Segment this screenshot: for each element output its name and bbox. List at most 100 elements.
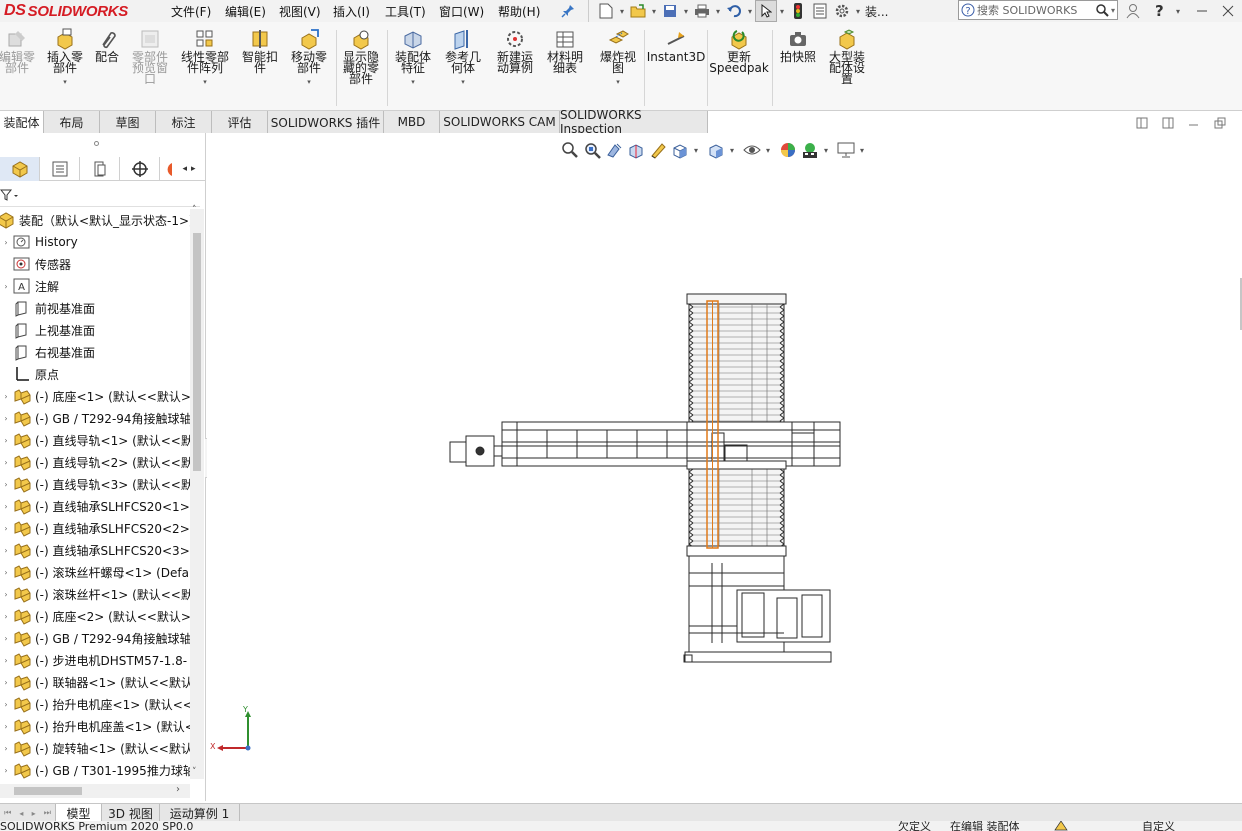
tree-expand-icon[interactable]: › xyxy=(0,766,12,775)
tree-expand-icon[interactable]: › xyxy=(0,722,12,731)
graphics-viewport[interactable]: ▾ ▾ ▾ ▾ ▾ Y X xyxy=(207,133,1242,801)
tile-left-icon[interactable] xyxy=(1136,117,1148,132)
open-dropdown-icon[interactable]: ▾ xyxy=(649,7,659,16)
options-dropdown-icon[interactable]: ▾ xyxy=(853,7,863,16)
panel-tab-scroll-arrows[interactable]: ◂ ▸ xyxy=(176,157,202,181)
tree-item[interactable]: › (-) 直线轴承SLHFCS20<1> xyxy=(0,495,190,517)
search-box[interactable]: ? 搜索 SOLIDWORKS ▾ xyxy=(958,0,1118,20)
move-component-button[interactable]: 移动零 部件 ▾ xyxy=(286,28,332,88)
new-document-icon[interactable] xyxy=(595,0,617,22)
search-input[interactable]: 搜索 SOLIDWORKS xyxy=(977,2,1095,18)
mate-button[interactable]: 配合 xyxy=(92,28,122,63)
large-assembly-settings-button[interactable]: 大型装 配体设置 xyxy=(824,28,870,85)
tree-item[interactable]: › A 注解 xyxy=(0,275,59,297)
tree-expand-icon[interactable]: › xyxy=(0,568,12,577)
filter-funnel-icon[interactable] xyxy=(0,189,20,204)
tree-expand-icon[interactable]: › xyxy=(0,546,12,555)
tab-nav-arrows[interactable]: ⏮ ◂ ▸ ⏭ xyxy=(0,804,56,822)
next-tab-icon[interactable]: ▸ xyxy=(32,809,36,818)
insert-components-button[interactable]: 插入零 部件 ▾ xyxy=(44,28,86,88)
tree-item[interactable]: › (-) 底座<2> (默认<<默认>_ xyxy=(0,605,190,627)
tree-item[interactable]: 原点 xyxy=(0,363,59,385)
linear-pattern-dropdown-icon[interactable]: ▾ xyxy=(203,77,207,88)
menu-insert[interactable]: 插入(I) xyxy=(333,0,370,22)
menu-view[interactable]: 视图(V) xyxy=(279,0,321,22)
tab-solidworks-inspection[interactable]: SOLIDWORKS Inspection xyxy=(560,108,708,136)
tree-vertical-scrollbar[interactable] xyxy=(190,209,204,779)
tree-item[interactable]: › (-) 滚珠丝杆<1> (默认<<默 xyxy=(0,583,190,605)
tree-expand-icon[interactable]: › xyxy=(0,436,12,445)
tree-item[interactable]: 传感器 xyxy=(0,253,71,275)
tree-expand-icon[interactable]: › xyxy=(0,524,12,533)
tab-solidworks-addins[interactable]: SOLIDWORKS 插件 xyxy=(268,111,384,133)
tree-item[interactable]: › (-) 联轴器<1> (默认<<默认 xyxy=(0,671,190,693)
assembly-features-button[interactable]: 装配体 特征 ▾ xyxy=(390,28,436,88)
tree-item[interactable]: › History xyxy=(0,231,77,253)
tab-evaluate[interactable]: 评估 xyxy=(212,111,268,133)
help-dropdown-icon[interactable]: ▾ xyxy=(1176,0,1180,22)
menu-file[interactable]: 文件(F) xyxy=(171,0,211,22)
configuration-manager-tab-icon[interactable] xyxy=(80,157,120,181)
print-icon[interactable] xyxy=(691,0,713,22)
hscroll-right-arrow-icon[interactable]: › xyxy=(176,784,180,795)
instant3d-button[interactable]: Instant3D xyxy=(647,28,705,63)
tree-item[interactable]: › (-) 抬升电机座盖<1> (默认< xyxy=(0,715,190,737)
tree-item[interactable]: 上视基准面 xyxy=(0,319,95,341)
solidworks-logo[interactable]: DS SOLIDWORKS xyxy=(4,1,128,21)
menu-edit[interactable]: 编辑(E) xyxy=(225,0,266,22)
search-dropdown-icon[interactable]: ▾ xyxy=(1111,6,1115,15)
document-restore-icon[interactable] xyxy=(1214,117,1226,132)
help-question-icon[interactable]: ? xyxy=(1155,0,1164,22)
insert-components-dropdown-icon[interactable]: ▾ xyxy=(63,77,67,88)
assembly-features-dropdown-icon[interactable]: ▾ xyxy=(411,77,415,88)
select-cursor-icon[interactable] xyxy=(755,0,777,22)
tree-item[interactable]: › (-) 底座<1> (默认<<默认>_ xyxy=(0,385,190,407)
rebuild-traffic-light-icon[interactable] xyxy=(787,0,809,22)
tab-assembly[interactable]: 装配体 xyxy=(0,111,44,133)
tab-layout[interactable]: 布局 xyxy=(44,111,100,133)
tree-expand-icon[interactable]: › xyxy=(0,590,12,599)
first-tab-icon[interactable]: ⏮ xyxy=(4,808,11,818)
select-dropdown-icon[interactable]: ▾ xyxy=(777,7,787,16)
last-tab-icon[interactable]: ⏭ xyxy=(44,808,51,818)
menu-window[interactable]: 窗口(W) xyxy=(439,0,484,22)
tree-expand-icon[interactable]: › xyxy=(0,744,12,753)
assembly-model[interactable] xyxy=(207,133,1242,801)
tree-item[interactable]: › (-) 直线轴承SLHFCS20<3> xyxy=(0,539,190,561)
vscroll-down-arrow-icon[interactable]: ˅ xyxy=(192,767,197,777)
tree-root-assembly[interactable]: 装配（默认<默认_显示状态-1>） xyxy=(0,209,190,231)
reference-geometry-dropdown-icon[interactable]: ▾ xyxy=(461,77,465,88)
prev-tab-icon[interactable]: ◂ xyxy=(19,809,23,818)
update-speedpak-button[interactable]: 更新 Speedpak xyxy=(709,28,769,74)
tab-sketch[interactable]: 草图 xyxy=(100,111,156,133)
user-icon[interactable] xyxy=(1126,0,1140,22)
options-gear-icon[interactable] xyxy=(831,0,853,22)
tree-item[interactable]: › (-) 滚珠丝杆螺母<1> (Defa xyxy=(0,561,189,583)
tree-item[interactable]: 前视基准面 xyxy=(0,297,95,319)
tree-expand-icon[interactable]: › xyxy=(0,678,12,687)
tile-right-icon[interactable] xyxy=(1162,117,1174,132)
exploded-view-button[interactable]: 爆炸视图 ▾ xyxy=(594,28,642,88)
tree-item[interactable]: › (-) GB / T292-94角接触球轴 xyxy=(0,627,190,649)
dimxpert-manager-tab-icon[interactable] xyxy=(120,157,160,181)
tree-expand-icon[interactable]: › xyxy=(0,480,12,489)
print-dropdown-icon[interactable]: ▾ xyxy=(713,7,723,16)
take-snapshot-button[interactable]: 拍快照 xyxy=(776,28,820,63)
status-unit-system[interactable]: 自定义 xyxy=(1142,821,1175,831)
tree-expand-icon[interactable]: › xyxy=(0,634,12,643)
tree-item[interactable]: › (-) GB / T292-94角接触球轴 xyxy=(0,407,190,429)
bill-of-materials-button[interactable]: 材料明 细表 xyxy=(542,28,588,74)
smart-fasteners-button[interactable]: 智能扣件 xyxy=(238,28,282,74)
tree-item[interactable]: › (-) 抬升电机座<1> (默认<< xyxy=(0,693,190,715)
tree-item[interactable]: › (-) 旋转轴<1> (默认<<默认 xyxy=(0,737,190,759)
tree-horizontal-scrollbar[interactable] xyxy=(0,784,190,798)
tree-vertical-scroll-thumb[interactable] xyxy=(193,233,201,471)
undo-icon[interactable] xyxy=(723,0,745,22)
pin-menu-icon[interactable] xyxy=(560,0,576,22)
display-manager-tab-icon[interactable] xyxy=(160,157,176,181)
tree-expand-icon[interactable]: › xyxy=(0,238,12,247)
scroll-left-icon[interactable]: ◂ xyxy=(182,164,187,174)
save-dropdown-icon[interactable]: ▾ xyxy=(681,7,691,16)
undo-dropdown-icon[interactable]: ▾ xyxy=(745,7,755,16)
search-icon[interactable] xyxy=(1095,3,1109,17)
